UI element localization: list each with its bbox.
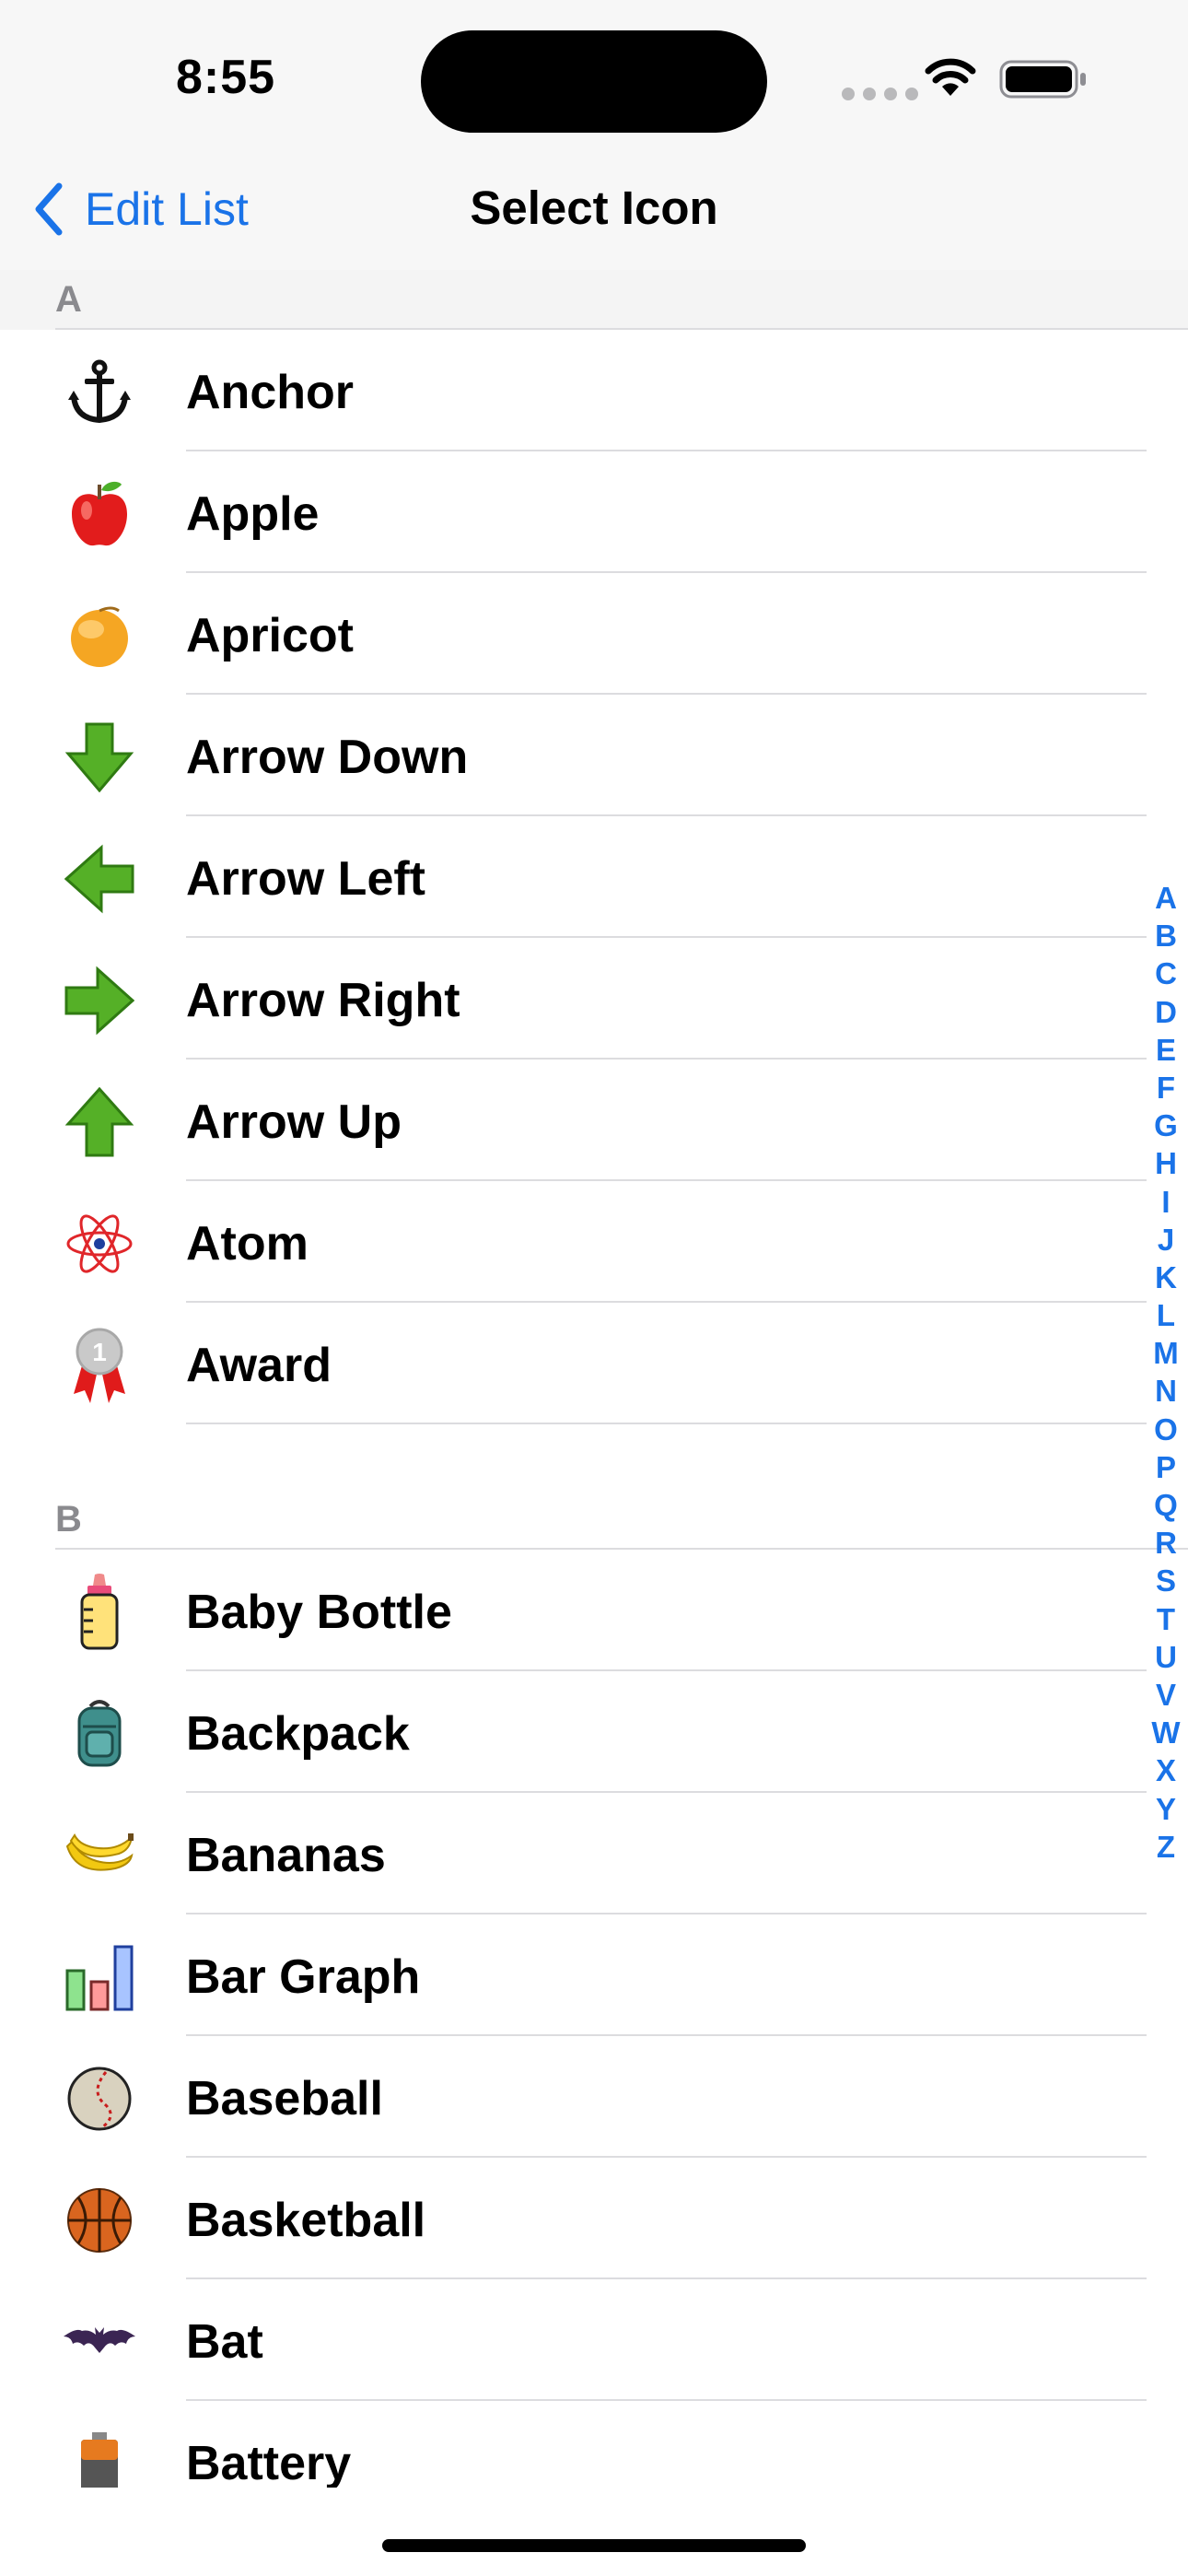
cellular-signal-icon	[842, 88, 918, 100]
section-index-letter[interactable]: I	[1144, 1183, 1188, 1221]
list-item-basketball[interactable]: Basketball	[0, 2158, 1188, 2279]
list-item-label: Atom	[186, 1217, 309, 1270]
apricot-icon	[59, 603, 140, 669]
section-index-letter[interactable]: A	[1144, 879, 1188, 917]
arrow-up-icon	[59, 1087, 140, 1157]
list-item-apricot[interactable]: Apricot	[0, 573, 1188, 695]
list-item-label: Award	[186, 1339, 332, 1392]
bat-icon	[59, 2309, 140, 2375]
icon-list[interactable]: A Anchor Apple Apricot Arrow Down Arrow …	[0, 270, 1188, 2523]
battery-icon	[999, 60, 1086, 99]
section-index-letter[interactable]: P	[1144, 1448, 1188, 1486]
list-item-bat[interactable]: Bat	[0, 2279, 1188, 2401]
section-index-letter[interactable]: V	[1144, 1676, 1188, 1714]
list-item-baby-bottle[interactable]: Baby Bottle	[0, 1550, 1188, 1671]
list-item-baseball[interactable]: Baseball	[0, 2036, 1188, 2158]
baseball-icon	[59, 2066, 140, 2132]
bottom-safe-area	[0, 2488, 1188, 2576]
section-letter: A	[55, 279, 82, 320]
status-time: 8:55	[175, 51, 276, 104]
dynamic-island	[421, 30, 767, 133]
list-item-label: Apricot	[186, 609, 354, 662]
section-index-letter[interactable]: Z	[1144, 1828, 1188, 1866]
list-item-award[interactable]: 1 Award	[0, 1303, 1188, 1424]
list-item-arrow-left[interactable]: Arrow Left	[0, 816, 1188, 938]
section-index-letter[interactable]: U	[1144, 1638, 1188, 1676]
award-badge-number: 1	[92, 1338, 107, 1366]
anchor-icon	[59, 359, 140, 426]
section-index-letter[interactable]: H	[1144, 1144, 1188, 1182]
section-header-a: A	[0, 270, 1188, 330]
section-index-letter[interactable]: S	[1144, 1562, 1188, 1599]
section-index-letter[interactable]: Q	[1144, 1486, 1188, 1524]
section-index-letter[interactable]: E	[1144, 1031, 1188, 1069]
award-icon: 1	[59, 1328, 140, 1403]
list-item-label: Arrow Down	[186, 731, 469, 784]
section-index-letter[interactable]: C	[1144, 954, 1188, 992]
list-item-apple[interactable]: Apple	[0, 451, 1188, 573]
list-item-arrow-up[interactable]: Arrow Up	[0, 1060, 1188, 1181]
section-index-letter[interactable]: G	[1144, 1107, 1188, 1144]
basketball-icon	[59, 2187, 140, 2254]
section-index-letter[interactable]: D	[1144, 993, 1188, 1031]
section-index-letter[interactable]: L	[1144, 1296, 1188, 1334]
list-item-label: Apple	[186, 487, 320, 541]
section-index-letter[interactable]: R	[1144, 1524, 1188, 1562]
list-item-backpack[interactable]: Backpack	[0, 1671, 1188, 1793]
top-bar: 8:55 Edit List Select Icon	[0, 0, 1188, 272]
baby-bottle-icon	[59, 1574, 140, 1650]
wifi-icon	[925, 58, 976, 96]
section-letter: B	[55, 1499, 82, 1540]
list-item-label: Backpack	[186, 1707, 410, 1761]
section-index-letter[interactable]: O	[1144, 1411, 1188, 1448]
apple-icon	[59, 481, 140, 547]
section-index-letter[interactable]: N	[1144, 1372, 1188, 1410]
list-item-arrow-down[interactable]: Arrow Down	[0, 695, 1188, 816]
page-title: Select Icon	[470, 181, 718, 234]
section-index-letter[interactable]: W	[1144, 1714, 1188, 1751]
list-item-label: Basketball	[186, 2194, 426, 2247]
bananas-icon	[59, 1822, 140, 1889]
list-item-label: Battery	[186, 2437, 352, 2490]
backpack-icon	[59, 1700, 140, 1767]
section-index-letter[interactable]: J	[1144, 1221, 1188, 1259]
section-header-b: B	[0, 1424, 1188, 1550]
list-item-bananas[interactable]: Bananas	[0, 1793, 1188, 1914]
arrow-down-icon	[59, 722, 140, 792]
list-item-label: Arrow Up	[186, 1095, 402, 1149]
list-item-bar-graph[interactable]: Bar Graph	[0, 1914, 1188, 2036]
section-index-letter[interactable]: M	[1144, 1334, 1188, 1372]
bar-graph-icon	[59, 1944, 140, 2011]
list-item-label: Baseball	[186, 2072, 383, 2125]
section-index-letter[interactable]: B	[1144, 917, 1188, 954]
section-index-letter[interactable]: F	[1144, 1069, 1188, 1107]
list-item-label: Bat	[186, 2315, 263, 2369]
section-index[interactable]: ABCDEFGHIJKLMNOPQRSTUVWXYZ	[1144, 879, 1188, 1866]
list-item-anchor[interactable]: Anchor	[0, 330, 1188, 451]
list-item-label: Arrow Right	[186, 974, 460, 1027]
list-item-label: Bar Graph	[186, 1950, 421, 2004]
list-item-label: Bananas	[186, 1829, 386, 1882]
section-index-letter[interactable]: T	[1144, 1600, 1188, 1638]
atom-icon	[59, 1211, 140, 1277]
list-item-label: Arrow Left	[186, 852, 425, 906]
list-item-label: Anchor	[186, 366, 354, 419]
list-item-label: Baby Bottle	[186, 1586, 452, 1639]
section-index-letter[interactable]: K	[1144, 1259, 1188, 1296]
home-indicator[interactable]	[382, 2539, 806, 2552]
arrow-right-icon	[59, 966, 140, 1036]
section-index-letter[interactable]: X	[1144, 1751, 1188, 1789]
list-item-arrow-right[interactable]: Arrow Right	[0, 938, 1188, 1060]
section-index-letter[interactable]: Y	[1144, 1790, 1188, 1828]
list-item-atom[interactable]: Atom	[0, 1181, 1188, 1303]
arrow-left-icon	[59, 844, 140, 914]
